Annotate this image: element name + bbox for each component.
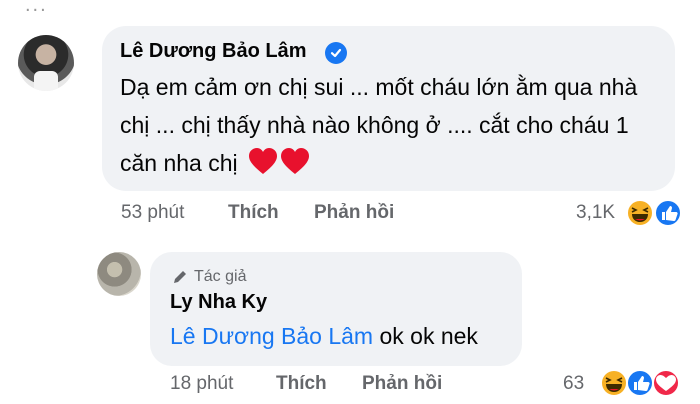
verified-badge-icon: [325, 42, 347, 64]
reply-author-name[interactable]: Ly Nha Ky: [170, 291, 267, 314]
mention-link[interactable]: Lê Dương Bảo Lâm: [170, 323, 373, 349]
like-button[interactable]: Thích: [228, 202, 279, 224]
reaction-count[interactable]: 3,1K: [576, 202, 615, 224]
reply-timestamp[interactable]: 18 phút: [170, 373, 233, 395]
comment-text-container: Dạ em cảm ơn chị sui ... mốt cháu lớn ằm…: [120, 68, 665, 188]
heart-emoji-icon: [248, 147, 312, 188]
author-badge-label: Tác giả: [194, 268, 247, 285]
reply-reaction-icons-graphic: [600, 369, 680, 397]
previous-comment-remnant: ...: [0, 0, 700, 16]
reply-like-button[interactable]: Thích: [276, 373, 327, 395]
reaction-icons[interactable]: [624, 198, 684, 228]
author-badge: Tác giả: [172, 268, 246, 286]
reply-reaction-count[interactable]: 63: [563, 373, 584, 395]
comment-author-name[interactable]: Lê Dương Bảo Lâm: [120, 40, 307, 63]
reply-reaction-icons[interactable]: [598, 368, 682, 398]
reaction-icons-graphic: [626, 199, 682, 227]
avatar-shirt: [34, 71, 58, 91]
reply-text-container: Lê Dương Bảo Lâm ok ok nek: [170, 323, 478, 350]
avatar[interactable]: [18, 35, 74, 91]
reply-text: ok ok nek: [373, 323, 478, 349]
remnant-text: ...: [25, 0, 48, 16]
reply-reply-button[interactable]: Phản hồi: [362, 373, 442, 395]
pen-icon: [174, 271, 186, 283]
reply-avatar[interactable]: [97, 252, 141, 296]
reply-button[interactable]: Phản hồi: [314, 202, 394, 224]
comment-text: Dạ em cảm ơn chị sui ... mốt cháu lớn ằm…: [120, 74, 638, 176]
comment-timestamp[interactable]: 53 phút: [121, 202, 184, 224]
